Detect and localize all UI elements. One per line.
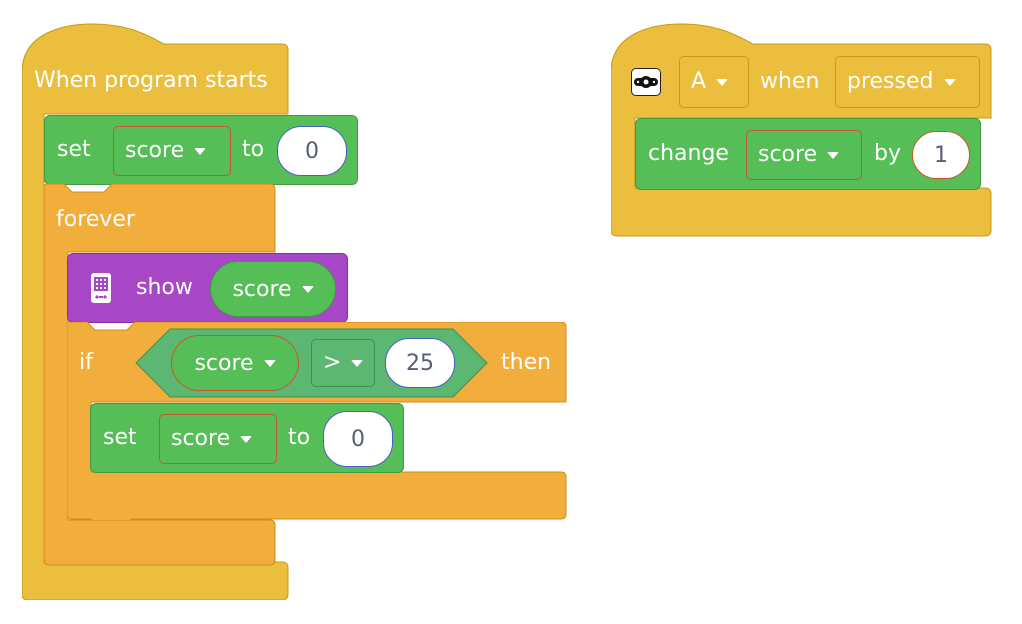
change-variable-block[interactable]: change score by 1 bbox=[635, 118, 981, 190]
value-text: 1 bbox=[934, 142, 948, 168]
value-input[interactable]: 1 bbox=[912, 131, 970, 179]
button-dropdown[interactable]: A bbox=[679, 56, 749, 108]
if-label: if bbox=[79, 350, 93, 375]
dropdown-caret-icon bbox=[301, 285, 314, 293]
to-label: to bbox=[242, 137, 265, 162]
gamepad-button-icon bbox=[631, 68, 661, 96]
dropdown-caret-icon bbox=[943, 78, 956, 86]
change-label: change bbox=[648, 141, 729, 166]
condition-left-variable[interactable]: score bbox=[171, 335, 299, 391]
value-input[interactable]: 0 bbox=[277, 126, 347, 176]
variable-dropdown-value: score bbox=[171, 426, 231, 451]
variable-dropdown-value: score bbox=[125, 138, 185, 163]
dropdown-caret-icon bbox=[827, 151, 840, 159]
gamepad-glyph bbox=[634, 76, 658, 88]
set-label: set bbox=[103, 425, 137, 450]
by-label: by bbox=[874, 141, 901, 166]
when-label: when bbox=[760, 69, 820, 94]
dropdown-caret-icon bbox=[194, 147, 207, 155]
operator-dropdown[interactable]: > bbox=[311, 339, 375, 387]
hat-label: When program starts bbox=[34, 68, 268, 93]
variable-dropdown[interactable]: score bbox=[746, 130, 862, 180]
then-label: then bbox=[501, 350, 552, 375]
dropdown-caret-icon bbox=[716, 78, 729, 86]
set-label: set bbox=[57, 137, 91, 162]
set-variable-block-inner[interactable]: set score to 0 bbox=[90, 403, 404, 473]
microbit-display-icon bbox=[91, 273, 111, 303]
state-dropdown[interactable]: pressed bbox=[835, 56, 980, 108]
variable-dropdown[interactable]: score bbox=[159, 414, 277, 464]
condition-right-input[interactable]: 25 bbox=[385, 338, 455, 388]
to-label: to bbox=[288, 425, 311, 450]
dropdown-caret-icon bbox=[240, 435, 253, 443]
value-text: 0 bbox=[305, 138, 319, 164]
forever-label: forever bbox=[56, 207, 135, 232]
variable-reporter-dropdown[interactable]: score bbox=[210, 261, 336, 317]
operator-value: > bbox=[323, 350, 342, 375]
condition-right-value: 25 bbox=[406, 350, 434, 376]
value-text: 0 bbox=[351, 426, 365, 452]
show-label: show bbox=[136, 275, 193, 300]
dropdown-caret-icon bbox=[351, 359, 364, 367]
dropdown-caret-icon bbox=[263, 359, 276, 367]
set-variable-block[interactable]: set score to 0 bbox=[44, 115, 358, 185]
state-dropdown-value: pressed bbox=[847, 69, 934, 94]
variable-dropdown[interactable]: score bbox=[113, 126, 231, 176]
value-input[interactable]: 0 bbox=[323, 411, 393, 467]
condition-left-value: score bbox=[194, 350, 254, 376]
button-dropdown-value: A bbox=[691, 69, 707, 94]
variable-dropdown-value: score bbox=[758, 142, 818, 167]
variable-reporter-value: score bbox=[232, 276, 292, 302]
comparison-condition[interactable]: score > 25 bbox=[135, 328, 489, 398]
show-block[interactable]: show score bbox=[67, 253, 348, 323]
